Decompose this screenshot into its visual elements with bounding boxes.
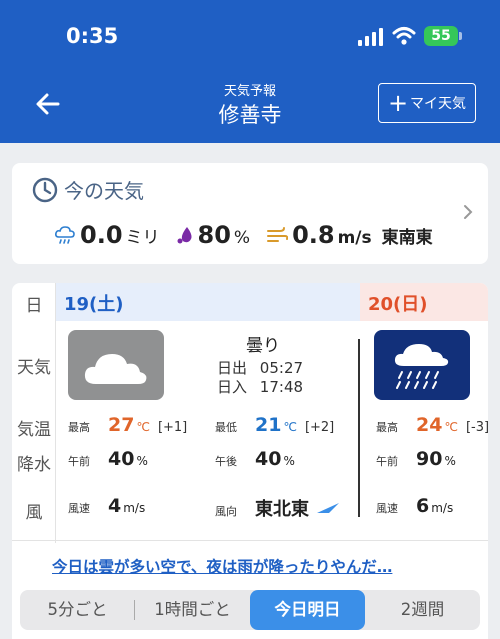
current-humidity-unit: % xyxy=(233,228,251,248)
precip-am-label: 午前 xyxy=(376,455,398,468)
percent-unit: % xyxy=(283,454,295,468)
clock-icon xyxy=(32,177,58,202)
tab-hourly[interactable]: 1時間ごと xyxy=(135,590,250,630)
sunrise-label: 日出 xyxy=(217,359,248,377)
chevron-right-icon xyxy=(464,205,473,219)
tab-today-tomorrow[interactable]: 今日明日 xyxy=(250,590,365,630)
cloudy-icon xyxy=(68,330,164,400)
max-temp-label: 最高 xyxy=(376,421,398,434)
row-label-wind: 風 xyxy=(25,503,43,523)
wifi-icon xyxy=(392,27,416,45)
forecast-divider xyxy=(12,540,488,541)
precip-pm-value: 40 xyxy=(255,448,282,470)
app-header: 0:35 55 天気予報 修善寺 + マイ天気 xyxy=(0,0,500,143)
plus-icon: + xyxy=(387,89,409,117)
max-temp-value: 24 xyxy=(416,414,443,436)
add-my-weather-label: マイ天気 xyxy=(410,96,467,112)
current-rain-unit: ミリ xyxy=(125,228,160,248)
max-temp-tomorrow: 最高 24 ℃ [-3] xyxy=(376,414,488,436)
day-header-tomorrow: 20(日) xyxy=(360,283,488,321)
wind-direction-arrow-icon xyxy=(317,503,339,513)
sunset-row: 日入 17:48 xyxy=(217,376,303,397)
precip-am-value: 90 xyxy=(416,448,443,470)
speed-unit: m/s xyxy=(123,501,146,515)
sunrise-time: 05:27 xyxy=(259,359,304,377)
battery-tip xyxy=(459,32,462,40)
min-temp-diff: [+2] xyxy=(304,420,335,435)
add-my-weather-button[interactable]: + マイ天気 xyxy=(378,83,476,123)
precip-pm-today: 午後 40 % xyxy=(215,448,295,470)
row-label-precip: 降水 xyxy=(17,455,51,475)
precip-am-value: 40 xyxy=(108,448,135,470)
wind-speed-value: 4 xyxy=(108,495,122,517)
forecast-tabs: 5分ごと 1時間ごと 今日明日 2週間 xyxy=(20,590,480,630)
wind-speed-tomorrow: 風速 6 m/s xyxy=(376,495,453,517)
sunset-time: 17:48 xyxy=(259,378,304,396)
rain-cloud-icon xyxy=(55,226,75,244)
wind-direction-value: 東北東 xyxy=(255,499,309,520)
wind-speed-label: 風速 xyxy=(68,502,90,515)
min-temp-today: 最低 21 ℃ [+2] xyxy=(215,414,334,436)
status-bar: 0:35 55 xyxy=(0,0,500,70)
precip-am-today: 午前 40 % xyxy=(68,448,148,470)
precip-pm-label: 午後 xyxy=(215,455,237,468)
precip-am-label: 午前 xyxy=(68,455,90,468)
day-header-today: 19(土) xyxy=(56,283,360,321)
heavy-rain-icon xyxy=(374,330,470,400)
temp-unit: ℃ xyxy=(444,420,458,434)
battery-icon: 55 xyxy=(424,26,458,46)
temp-unit: ℃ xyxy=(283,420,297,434)
min-temp-value: 21 xyxy=(255,414,282,436)
current-weather-heading: 今の天気 xyxy=(32,175,144,204)
current-humidity-value: 80 xyxy=(197,221,231,249)
temp-unit: ℃ xyxy=(136,420,150,434)
sunset-label: 日入 xyxy=(217,378,248,396)
humidity-drop-icon xyxy=(177,227,192,244)
current-weather-values: 0.0 ミリ 80 % 0.8 m/s 東南東 xyxy=(54,221,433,249)
battery-level: 55 xyxy=(431,28,451,44)
percent-unit: % xyxy=(444,454,456,468)
current-weather-card[interactable]: 今の天気 0.0 ミリ 80 % 0.8 m/s 東南東 xyxy=(12,163,488,264)
wind-icon xyxy=(267,227,289,242)
row-label-day: 日 xyxy=(25,296,43,316)
min-temp-label: 最低 xyxy=(215,421,237,434)
tab-5min[interactable]: 5分ごと xyxy=(20,590,135,630)
day-divider xyxy=(358,339,360,517)
row-labels: 日 天気 気温 降水 風 xyxy=(12,283,56,543)
sunrise-row: 日出 05:27 xyxy=(217,357,303,378)
max-temp-diff: [-3] xyxy=(465,420,488,435)
max-temp-value: 27 xyxy=(108,414,135,436)
wind-speed-value: 6 xyxy=(416,495,430,517)
forecast-card: 日 天気 気温 降水 風 19(土) 20(日) 曇り 日出 05:27 日入 … xyxy=(12,283,488,639)
max-temp-diff: [+1] xyxy=(157,420,188,435)
precip-am-tomorrow: 午前 90 % xyxy=(376,448,456,470)
current-wind-unit: m/s xyxy=(337,228,372,248)
signal-icon xyxy=(358,28,384,46)
wind-direction-today: 風向 東北東 xyxy=(215,495,341,521)
wind-speed-label: 風速 xyxy=(376,502,398,515)
max-temp-today: 最高 27 ℃ [+1] xyxy=(68,414,187,436)
row-label-weather: 天気 xyxy=(17,358,51,378)
current-weather-title: 今の天気 xyxy=(64,179,144,203)
speed-unit: m/s xyxy=(431,501,454,515)
percent-unit: % xyxy=(136,454,148,468)
weather-label-today: 曇り xyxy=(246,336,280,356)
day-label-today: 19(土) xyxy=(64,294,124,315)
current-rain-value: 0.0 xyxy=(80,221,123,249)
wind-direction-label: 風向 xyxy=(215,505,237,518)
current-wind-value: 0.8 xyxy=(292,221,335,249)
current-wind-direction: 東南東 xyxy=(381,228,433,248)
max-temp-label: 最高 xyxy=(68,421,90,434)
wind-speed-today: 風速 4 m/s xyxy=(68,495,145,517)
row-label-temp: 気温 xyxy=(17,420,51,440)
tab-2weeks[interactable]: 2週間 xyxy=(365,590,480,630)
status-time: 0:35 xyxy=(66,24,119,48)
day-label-tomorrow: 20(日) xyxy=(368,294,428,315)
forecast-summary-link[interactable]: 今日は雲が多い空で、夜は雨が降ったりやんだ… xyxy=(52,555,462,577)
